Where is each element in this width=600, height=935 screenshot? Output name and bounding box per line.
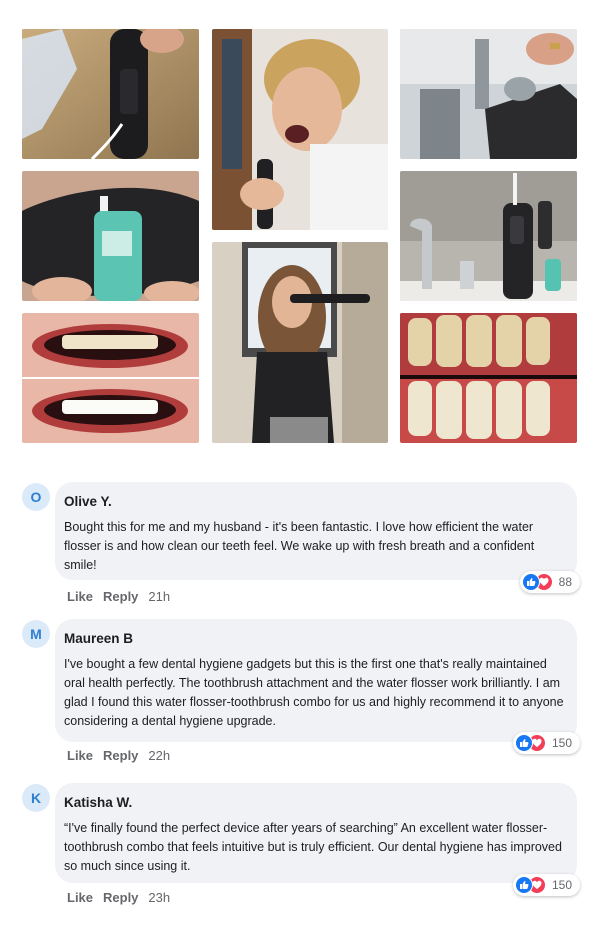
like-link[interactable]: Like <box>67 589 93 604</box>
reaction-badge[interactable]: 150 <box>512 874 580 896</box>
reaction-count: 150 <box>551 878 572 892</box>
photo-bathroom-sink[interactable] <box>400 171 577 301</box>
photo-flosser-handheld[interactable] <box>22 29 199 159</box>
comment-bubble: Katisha W. “I've finally found the perfe… <box>55 783 577 883</box>
photo-gums-before-after[interactable] <box>400 313 577 443</box>
reply-link[interactable]: Reply <box>103 890 138 905</box>
thumbs-up-icon <box>521 573 540 591</box>
comment-timestamp[interactable]: 23h <box>148 890 170 905</box>
reaction-count: 88 <box>558 575 572 589</box>
reply-link[interactable]: Reply <box>103 589 138 604</box>
comment-bubble: Maureen B I've bought a few dental hygie… <box>55 619 577 742</box>
comment-author[interactable]: Maureen B <box>64 631 565 646</box>
photo-flosser-refill[interactable] <box>400 29 577 159</box>
comment-author[interactable]: Olive Y. <box>64 494 565 509</box>
photo-woman-brushing[interactable] <box>212 242 388 443</box>
comment-text: “I've finally found the perfect device a… <box>64 821 562 873</box>
comment-timestamp[interactable]: 22h <box>148 748 170 763</box>
avatar[interactable]: M <box>22 620 50 648</box>
comment-actions: Like Reply 23h <box>67 890 180 905</box>
thumbs-up-icon <box>514 734 533 752</box>
photo-gallery <box>0 0 600 460</box>
comment-actions: Like Reply 22h <box>67 748 180 763</box>
thumbs-up-icon <box>514 876 533 894</box>
like-link[interactable]: Like <box>67 890 93 905</box>
avatar[interactable]: K <box>22 784 50 812</box>
reply-link[interactable]: Reply <box>103 748 138 763</box>
like-link[interactable]: Like <box>67 748 93 763</box>
comment-timestamp[interactable]: 21h <box>148 589 170 604</box>
comment-author[interactable]: Katisha W. <box>64 795 565 810</box>
comment-actions: Like Reply 21h <box>67 589 180 604</box>
reaction-badge[interactable]: 88 <box>519 571 580 593</box>
photo-teeth-before-after[interactable] <box>22 313 199 443</box>
reaction-badge[interactable]: 150 <box>512 732 580 754</box>
reaction-count: 150 <box>551 736 572 750</box>
comment-bubble: Olive Y. Bought this for me and my husba… <box>55 482 577 580</box>
photo-woman-using-flosser[interactable] <box>212 29 388 230</box>
comment-text: I've bought a few dental hygiene gadgets… <box>64 657 564 728</box>
avatar[interactable]: O <box>22 483 50 511</box>
comment-text: Bought this for me and my husband - it's… <box>64 520 535 572</box>
photo-mouthwash-bottle[interactable] <box>22 171 199 301</box>
